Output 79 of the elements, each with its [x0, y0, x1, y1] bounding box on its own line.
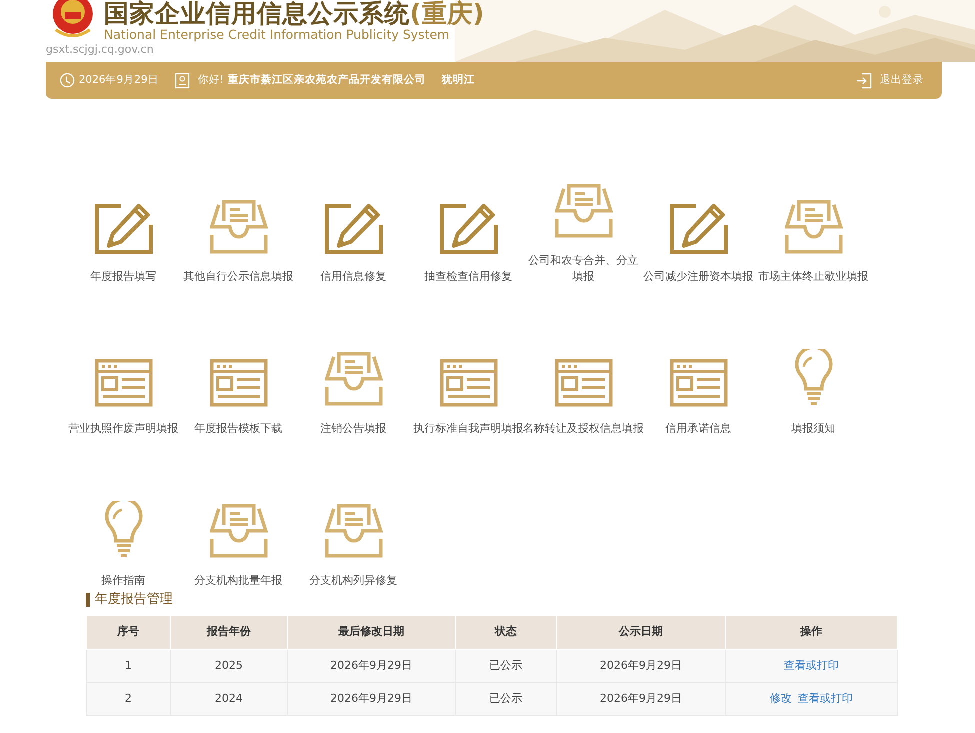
table-cell: 2026年9月29日: [288, 650, 456, 682]
menu-item[interactable]: 营业执照作废声明填报: [66, 291, 181, 443]
menu-label: 公司减少注册资本填报: [644, 269, 754, 285]
menu-item[interactable]: 分支机构列异修复: [296, 443, 411, 595]
pencil-square-icon: [670, 201, 728, 255]
menu-label: 其他自行公示信息填报: [184, 269, 294, 285]
menu-item[interactable]: 抽查检查信用修复: [411, 139, 526, 291]
inbox-tray-icon: [210, 503, 268, 559]
menu-label: 年度报告填写: [90, 269, 156, 285]
table-cell: 2024: [170, 682, 288, 716]
inbox-tray-icon: [554, 183, 612, 239]
column-header: 序号: [86, 616, 170, 650]
table-cell: 已公示: [456, 682, 556, 716]
menu-label: 营业执照作废声明填报: [68, 421, 178, 437]
inbox-tray-icon: [324, 503, 382, 559]
logout-icon: [856, 72, 872, 88]
form-window-icon: [554, 359, 612, 407]
menu-label: 年度报告模板下载: [194, 421, 282, 437]
action-link[interactable]: 修改: [770, 692, 792, 705]
table-cell: 2026年9月29日: [556, 650, 726, 682]
pencil-square-icon: [324, 201, 382, 255]
date-text: 2026年9月29日: [79, 72, 159, 88]
action-link[interactable]: 查看或打印: [798, 692, 853, 705]
site-title: 国家企业信用信息公示系统: [104, 0, 410, 28]
column-header: 状态: [456, 616, 556, 650]
menu-label: 信用信息修复: [320, 269, 386, 285]
clock-icon: [60, 73, 75, 88]
menu-item[interactable]: 年度报告模板下载: [181, 291, 296, 443]
menu-item[interactable]: 市场主体终止歇业填报: [756, 139, 871, 291]
table-cell: 2026年9月29日: [288, 682, 456, 716]
menu-item[interactable]: 公司和农专合并、分立填报: [526, 139, 641, 291]
menu-label: 分支机构列异修复: [310, 573, 398, 589]
user-card-icon: [174, 72, 190, 88]
form-window-icon: [670, 359, 728, 407]
menu-label: 信用承诺信息: [666, 421, 732, 437]
menu-label: 分支机构批量年报: [194, 573, 282, 589]
site-subtitle: National Enterprise Credit Information Publicity System: [104, 28, 451, 42]
menu-label: 抽查检查信用修复: [424, 269, 512, 285]
table-cell: 2025: [170, 650, 288, 682]
column-header: 公示日期: [556, 616, 726, 650]
form-window-icon: [440, 359, 498, 407]
form-window-icon: [94, 359, 152, 407]
menu-item[interactable]: 注销公告填报: [296, 291, 411, 443]
column-header: 操作: [726, 616, 898, 650]
column-header: 报告年份: [170, 616, 288, 650]
menu-item[interactable]: 年度报告填写: [66, 139, 181, 291]
inbox-tray-icon: [324, 351, 382, 407]
user-name: 犹明江: [442, 72, 475, 88]
inbox-tray-icon: [210, 199, 268, 255]
menu-item[interactable]: 其他自行公示信息填报: [181, 139, 296, 291]
pencil-square-icon: [94, 201, 152, 255]
menu-label: 操作指南: [102, 573, 146, 589]
menu-item[interactable]: 信用信息修复: [296, 139, 411, 291]
table-cell: 2026年9月29日: [556, 682, 726, 716]
menu-item[interactable]: 分支机构批量年报: [181, 443, 296, 595]
table-cell: 1: [86, 650, 170, 682]
inbox-tray-icon: [784, 199, 842, 255]
menu-label: 市场主体终止歇业填报: [758, 269, 868, 285]
region-label: (重庆): [410, 0, 485, 28]
section-title: 年度报告管理: [86, 593, 975, 607]
menu-label: 填报须知: [792, 421, 836, 437]
company-name: 重庆市綦江区亲农苑农产品开发有限公司: [228, 72, 426, 88]
menu-item[interactable]: 填报须知: [756, 291, 871, 443]
lightbulb-icon: [794, 349, 834, 407]
greeting-text: 你好!: [198, 72, 224, 88]
pencil-square-icon: [440, 201, 498, 255]
column-header: 最后修改日期: [288, 616, 456, 650]
table-cell: 2: [86, 682, 170, 716]
menu-label: 公司和农专合并、分立填报: [528, 253, 640, 285]
menu-label: 执行标准自我声明填报: [414, 421, 524, 437]
table-cell: 已公示: [456, 650, 556, 682]
emblem-icon: [52, 0, 94, 40]
menu-label: 注销公告填报: [320, 421, 386, 437]
form-window-icon: [210, 359, 268, 407]
menu-label: 名称转让及授权信息填报: [523, 421, 644, 437]
site-url: gsxt.scjgj.cq.gov.cn: [46, 42, 154, 58]
menu-item[interactable]: 公司减少注册资本填报: [641, 139, 756, 291]
lightbulb-icon: [104, 501, 144, 559]
action-link[interactable]: 查看或打印: [784, 658, 839, 672]
